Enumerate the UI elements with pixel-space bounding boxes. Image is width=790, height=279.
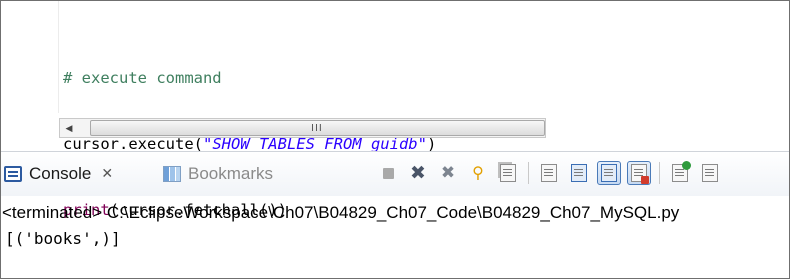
toolbar-separator [528, 162, 529, 184]
code-comment: # execute command [63, 69, 222, 87]
pin-console-icon[interactable]: ⚲ [466, 161, 490, 185]
editor-margin-line [58, 1, 59, 113]
scrollbar-thumb[interactable]: III [90, 120, 545, 136]
scrollbar-grip: III [311, 123, 323, 134]
console-status-line: <terminated> C:\EclipseWorkspace\Ch07\B0… [2, 203, 680, 222]
tab-bookmarks[interactable]: Bookmarks [163, 161, 273, 187]
show-console-on-stderr-icon[interactable] [627, 161, 651, 185]
close-icon[interactable]: ✕ [101, 166, 113, 182]
remove-all-terminated-icon[interactable]: ✖ [436, 161, 460, 185]
scroll-lock-icon[interactable] [567, 161, 591, 185]
open-console-icon[interactable] [668, 161, 692, 185]
console-icon [4, 166, 22, 182]
ide-window: # execute command cursor.execute("SHOW T… [0, 0, 790, 279]
editor-gutter [1, 1, 21, 141]
code-line: # execute command [63, 67, 436, 89]
clear-console-icon[interactable] [537, 161, 561, 185]
console-output[interactable]: [('books',)] [5, 227, 121, 251]
display-selected-console-icon[interactable] [496, 161, 520, 185]
tab-label: Bookmarks [188, 164, 274, 183]
scroll-left-arrow-icon[interactable]: ◀ [60, 119, 78, 137]
horizontal-scrollbar[interactable]: ◀ III [59, 118, 546, 138]
console-toolbar: ✖ ✖ ⚲ [376, 160, 728, 186]
tab-console[interactable]: Console ✕ [4, 161, 113, 187]
terminate-icon[interactable] [376, 161, 400, 185]
code-editor[interactable]: # execute command cursor.execute("SHOW T… [1, 1, 789, 219]
tab-label: Console [29, 164, 92, 183]
bookmarks-icon [163, 166, 181, 182]
toolbar-separator [659, 162, 660, 184]
remove-launch-icon[interactable]: ✖ [406, 161, 430, 185]
console-view-menu-icon[interactable] [698, 161, 722, 185]
show-console-on-stdout-icon[interactable] [597, 161, 621, 185]
